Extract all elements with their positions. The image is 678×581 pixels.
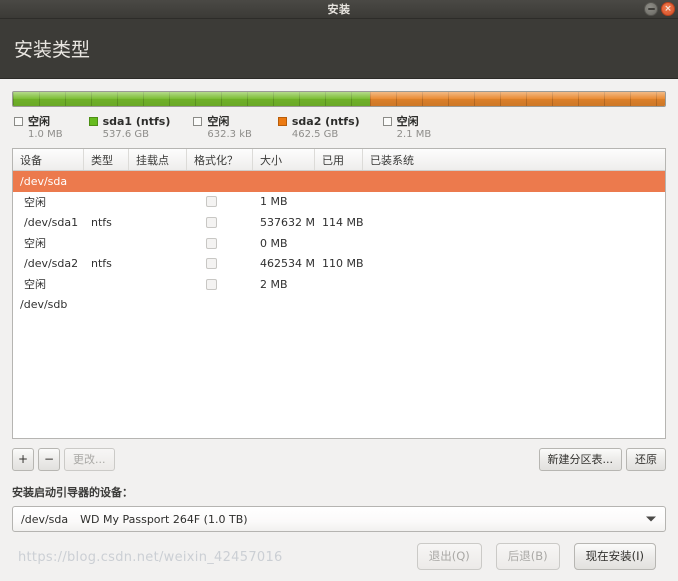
table-row[interactable]: 空闲 2 MB	[13, 274, 665, 295]
close-icon[interactable]: ×	[661, 2, 675, 16]
column-header-used[interactable]: 已用	[315, 149, 363, 170]
column-header-system[interactable]: 已装系统	[363, 149, 665, 170]
bootloader-device-description: WD My Passport 264F (1.0 TB)	[80, 512, 248, 526]
installer-window: 安装 × 安装类型 空闲 1.0 MB sda1 (ntfs) 537.6 GB…	[0, 0, 678, 581]
back-button[interactable]: 后退(B)	[495, 543, 560, 570]
legend-item: 空闲 632.3 kB	[193, 114, 252, 140]
format-checkbox[interactable]	[206, 278, 217, 290]
column-header-format[interactable]: 格式化？	[187, 149, 253, 170]
bootloader-label: 安装启动引导器的设备：	[12, 486, 133, 499]
format-checkbox[interactable]	[206, 258, 217, 270]
format-checkbox[interactable]	[206, 196, 217, 208]
cell-size: 2 MB	[260, 277, 288, 291]
format-checkbox[interactable]	[206, 237, 217, 249]
table-row[interactable]: /dev/sda	[13, 171, 665, 192]
partition-table: 设备 类型 挂载点 格式化？ 大小 已用 已装系统 /dev/sda 空闲 1 …	[12, 148, 666, 439]
minimize-icon[interactable]	[644, 2, 658, 16]
cell-size: 462534 MB	[260, 257, 315, 271]
column-header-device[interactable]: 设备	[13, 149, 84, 170]
column-header-mountpoint[interactable]: 挂载点	[129, 149, 187, 170]
table-row[interactable]: /dev/sdb	[13, 295, 665, 316]
legend-label: 空闲	[207, 115, 230, 128]
titlebar: 安装 ×	[0, 0, 678, 19]
window-title: 安装	[327, 3, 351, 16]
table-body: /dev/sda 空闲 1 MB /dev/sda1 ntfs 537632 M…	[13, 171, 665, 438]
legend-item: 空闲 1.0 MB	[14, 114, 63, 140]
bootloader-device-select[interactable]: /dev/sda WD My Passport 264F (1.0 TB)	[12, 506, 666, 532]
legend-item: 空闲 2.1 MB	[382, 114, 432, 140]
cell-device: 空闲	[24, 237, 46, 251]
page-header: 安装类型	[0, 19, 678, 78]
legend-label: 空闲	[396, 115, 419, 128]
change-partition-button[interactable]: 更改...	[64, 448, 115, 471]
cell-device: 空闲	[24, 195, 46, 209]
legend-swatch-icon	[382, 116, 392, 126]
cell-format	[187, 278, 253, 290]
cell-format	[187, 196, 253, 208]
cell-format	[187, 237, 253, 249]
cell-device: /dev/sda	[20, 174, 68, 188]
legend-item: sda1 (ntfs) 537.6 GB	[88, 114, 171, 140]
table-row[interactable]: /dev/sda1 ntfs 537632 MB 114 MB	[13, 212, 665, 233]
legend-swatch-icon	[277, 116, 287, 126]
cell-device: 空闲	[24, 278, 46, 292]
column-header-type[interactable]: 类型	[84, 149, 129, 170]
install-now-button[interactable]: 现在安装(I)	[573, 543, 656, 570]
content-area: 空闲 1.0 MB sda1 (ntfs) 537.6 GB 空闲 632.3 …	[0, 78, 678, 581]
cell-size: 1 MB	[260, 195, 288, 209]
cell-format	[187, 216, 253, 228]
legend-label: 空闲	[28, 115, 50, 128]
legend-size: 462.5 GB	[291, 129, 339, 140]
table-row[interactable]: 空闲 0 MB	[13, 233, 665, 254]
table-header-row: 设备 类型 挂载点 格式化？ 大小 已用 已装系统	[13, 149, 665, 171]
cell-device: /dev/sdb	[20, 298, 68, 312]
format-checkbox[interactable]	[206, 216, 217, 228]
legend-size: 2.1 MB	[396, 129, 432, 140]
partition-bar	[12, 91, 666, 107]
window-controls: ×	[644, 2, 675, 16]
cell-format	[187, 258, 253, 270]
quit-button[interactable]: 退出(Q)	[416, 543, 482, 570]
chevron-down-icon	[646, 516, 656, 522]
page-title: 安装类型	[14, 39, 91, 61]
legend-swatch-icon	[193, 116, 203, 126]
remove-partition-button[interactable]: −	[38, 448, 60, 471]
cell-used: 114 MB	[322, 215, 363, 229]
revert-button[interactable]: 还原	[626, 448, 666, 471]
partition-legend: 空闲 1.0 MB sda1 (ntfs) 537.6 GB 空闲 632.3 …	[12, 114, 666, 140]
bootloader-device-name: /dev/sda	[21, 512, 69, 526]
cell-size: 0 MB	[260, 236, 288, 250]
watermark: https://blog.csdn.net/weixin_42457016	[18, 550, 283, 565]
column-header-size[interactable]: 大小	[253, 149, 315, 170]
cell-type: ntfs	[91, 215, 112, 229]
cell-device: /dev/sda1	[24, 215, 79, 229]
cell-size: 537632 MB	[260, 215, 315, 229]
cell-device: /dev/sda2	[24, 257, 79, 271]
partition-toolbar: + − 更改... 新建分区表... 还原	[12, 448, 666, 471]
cell-used: 110 MB	[322, 257, 363, 271]
legend-size: 1.0 MB	[28, 129, 63, 140]
legend-label: sda1 (ntfs)	[102, 114, 171, 128]
add-partition-button[interactable]: +	[12, 448, 34, 471]
legend-swatch-icon	[14, 116, 23, 126]
legend-size: 632.3 kB	[207, 129, 252, 140]
legend-label: sda2 (ntfs)	[291, 114, 360, 128]
new-partition-table-button[interactable]: 新建分区表...	[538, 448, 622, 471]
table-row[interactable]: 空闲 1 MB	[13, 192, 665, 213]
table-row[interactable]: /dev/sda2 ntfs 462534 MB 110 MB	[13, 253, 665, 274]
legend-item: sda2 (ntfs) 462.5 GB	[277, 114, 360, 140]
cell-type: ntfs	[91, 257, 112, 271]
legend-swatch-icon	[88, 116, 98, 126]
partition-segment-sda1	[13, 92, 370, 106]
legend-size: 537.6 GB	[102, 129, 149, 140]
partition-segment-sda2	[369, 92, 665, 106]
footer-actions: https://blog.csdn.net/weixin_42457016 退出…	[12, 532, 666, 581]
